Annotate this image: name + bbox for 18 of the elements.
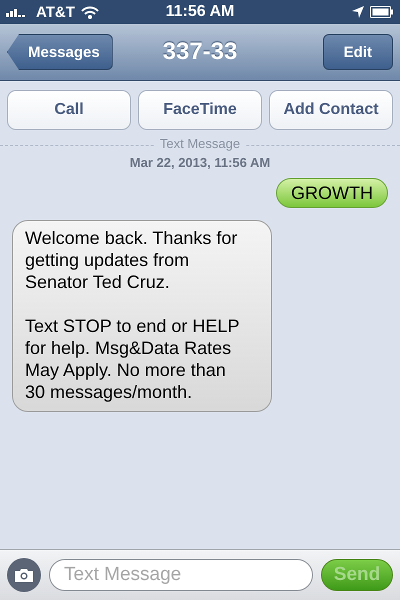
action-button[interactable]: Call xyxy=(7,90,131,130)
back-button[interactable]: Messages xyxy=(7,34,113,70)
sent-message-bubble: GROWTH xyxy=(276,178,388,208)
edit-button[interactable]: Edit xyxy=(322,34,393,70)
location-icon xyxy=(352,6,364,18)
camera-icon xyxy=(15,568,33,582)
message-timestamp: Mar 22, 2013, 11:56 AM xyxy=(128,155,272,170)
service-label: Text Message xyxy=(154,137,246,151)
message-input-field[interactable]: Text Message xyxy=(49,559,313,591)
carrier-name: AT&T xyxy=(36,4,75,20)
battery-icon xyxy=(370,6,394,18)
status-time: 11:56 AM xyxy=(166,3,234,21)
received-message-bubble: Welcome back. Thanks for getting updates from Senator Ted Cruz. Text STOP to end or HELP for help. Msg&Data Rates May Apply. No more than 30 messages/month. xyxy=(12,220,272,412)
conversation-title: 337-33 xyxy=(162,38,238,66)
camera-button[interactable] xyxy=(7,558,41,592)
action-button[interactable]: FaceTime xyxy=(138,90,262,130)
wifi-icon xyxy=(80,6,99,18)
action-button[interactable]: Add Contact xyxy=(269,90,393,130)
